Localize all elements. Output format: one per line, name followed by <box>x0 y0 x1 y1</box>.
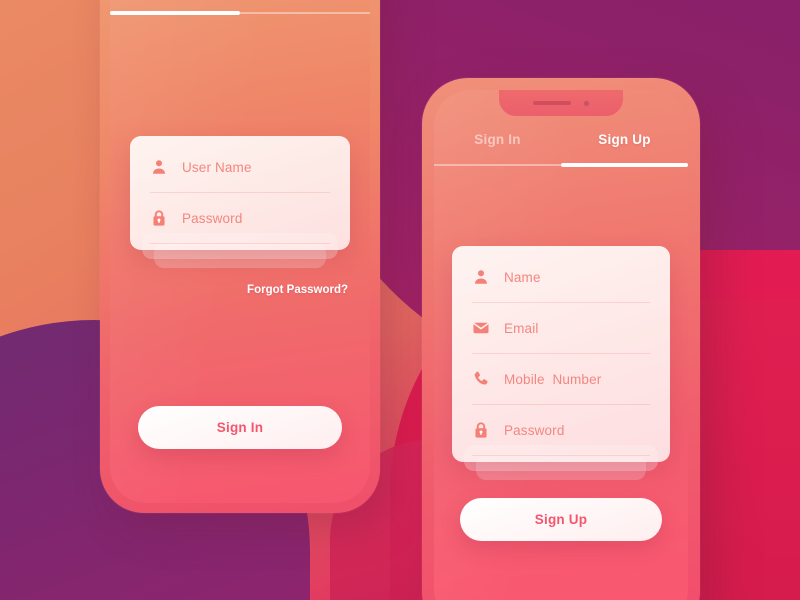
field-password[interactable]: Password <box>472 405 650 456</box>
field-user-name-label: User Name <box>182 159 252 175</box>
screen-signup: Sign In Sign Up Name Email Mobile Number… <box>434 90 688 600</box>
tab-underline <box>434 163 688 167</box>
canvas: Sign In Sign Up User Name <box>0 0 800 600</box>
form-card-stack-signup: Name Email Mobile Number Password <box>452 246 670 480</box>
field-password[interactable]: Password <box>150 193 330 244</box>
phone-mockup-signup: Sign In Sign Up Name Email Mobile Number… <box>422 78 700 600</box>
field-mobile-number[interactable]: Mobile Number <box>472 354 650 405</box>
person-icon <box>150 158 168 176</box>
field-password-label: Password <box>182 210 243 226</box>
forgot-password-link[interactable]: Forgot Password? <box>247 284 348 296</box>
tab-underline-active <box>110 11 240 15</box>
phone-mockup-signin: Sign In Sign Up User Name <box>100 0 380 513</box>
tab-bar-signin: Sign In Sign Up <box>110 0 370 15</box>
tab-sign-in[interactable]: Sign In <box>434 132 561 160</box>
speaker-grille-icon <box>532 101 571 105</box>
tab-sign-in[interactable]: Sign In <box>110 0 240 8</box>
tab-sign-up[interactable]: Sign Up <box>561 132 688 160</box>
lock-icon <box>472 421 490 439</box>
field-password-label: Password <box>504 422 565 438</box>
tab-bar-signup: Sign In Sign Up <box>434 132 688 167</box>
sign-in-button[interactable]: Sign In <box>138 406 342 449</box>
person-icon <box>472 268 490 286</box>
tab-underline-inactive <box>434 164 561 166</box>
form-card-stack-signin: User Name Password <box>130 136 350 268</box>
field-name[interactable]: Name <box>472 252 650 303</box>
tab-underline-active <box>561 163 688 167</box>
signup-form-card: Name Email Mobile Number Password <box>452 246 670 462</box>
phone-icon <box>472 370 490 388</box>
field-user-name[interactable]: User Name <box>150 142 330 193</box>
sign-up-button[interactable]: Sign Up <box>460 498 662 541</box>
screen-signin: Sign In Sign Up User Name <box>110 0 370 503</box>
tab-sign-up[interactable]: Sign Up <box>240 0 370 8</box>
tab-underline-inactive <box>240 12 370 14</box>
lock-icon <box>150 209 168 227</box>
front-camera-icon <box>582 99 590 107</box>
signin-form-card: User Name Password <box>130 136 350 250</box>
phone-notch <box>499 90 623 116</box>
tab-underline <box>110 11 370 15</box>
envelope-icon <box>472 319 490 337</box>
field-name-label: Name <box>504 269 541 285</box>
field-email[interactable]: Email <box>472 303 650 354</box>
field-mobile-number-label: Mobile Number <box>504 371 602 387</box>
field-email-label: Email <box>504 320 539 336</box>
